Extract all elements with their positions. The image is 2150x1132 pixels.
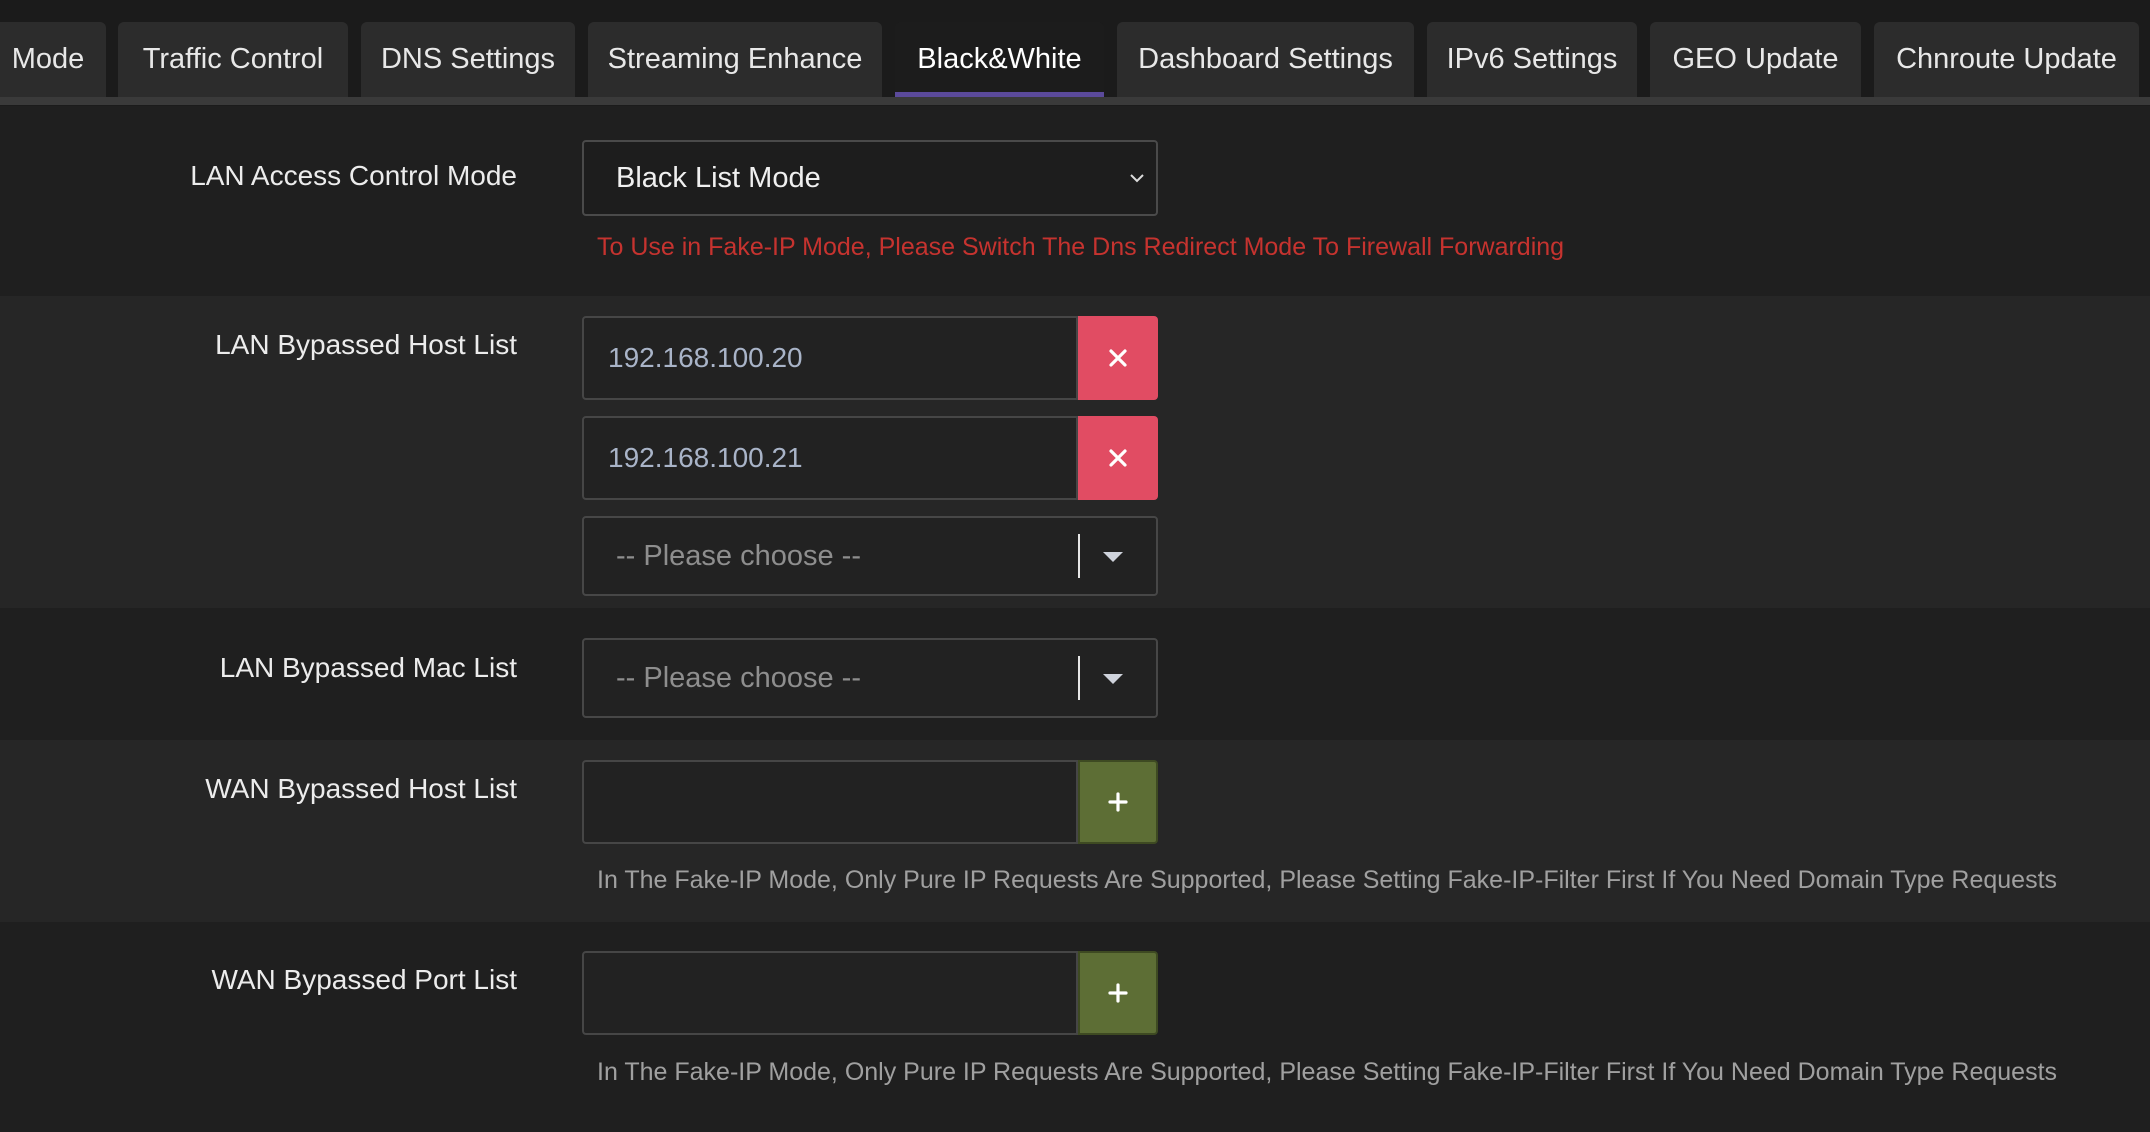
tab-traffic-control[interactable]: Traffic Control <box>118 22 348 97</box>
close-icon <box>1109 449 1127 467</box>
tab-mode[interactable]: Mode <box>0 22 106 97</box>
add-wan-host-button[interactable] <box>1078 760 1158 844</box>
mac-chooser-placeholder: -- Please choose -- <box>616 661 861 694</box>
add-wan-port-button[interactable] <box>1078 951 1158 1035</box>
wan-port-input[interactable] <box>582 951 1078 1035</box>
tab-chnroute-update[interactable]: Chnroute Update <box>1874 22 2139 97</box>
caret-down-icon <box>1103 552 1123 562</box>
plus-icon <box>1108 983 1128 1003</box>
plus-icon <box>1108 792 1128 812</box>
tab-label: Chnroute Update <box>1896 43 2117 75</box>
tab-ipv6-settings[interactable]: IPv6 Settings <box>1427 22 1637 97</box>
tab-black-white[interactable]: Black&White <box>895 22 1104 97</box>
host-chooser-placeholder: -- Please choose -- <box>616 539 861 572</box>
bypassed-host-entry[interactable] <box>582 416 1078 500</box>
tab-label: Traffic Control <box>142 43 324 75</box>
tab-label: IPv6 Settings <box>1446 43 1618 75</box>
wan-host-input[interactable] <box>582 760 1078 844</box>
access-mode-select[interactable]: Black List Mode <box>582 140 1158 216</box>
remove-host-button[interactable] <box>1078 416 1158 500</box>
bypassed-host-entry[interactable] <box>582 316 1078 400</box>
tab-label: Streaming Enhance <box>607 43 863 75</box>
tab-dns-settings[interactable]: DNS Settings <box>361 22 575 97</box>
row-bypassed-mac-list: LAN Bypassed Mac List -- Please choose -… <box>0 608 2150 740</box>
wan-host-label: WAN Bypassed Host List <box>205 773 517 804</box>
tab-label: Black&White <box>917 43 1082 75</box>
row-wan-bypassed-port-list: WAN Bypassed Port List In The Fake-IP Mo… <box>0 922 2150 1132</box>
wan-host-hint: In The Fake-IP Mode, Only Pure IP Reques… <box>597 866 2058 894</box>
tab-dashboard-settings[interactable]: Dashboard Settings <box>1117 22 1414 97</box>
tab-bar: Mode Traffic Control DNS Settings Stream… <box>0 0 2150 106</box>
bypassed-mac-label: LAN Bypassed Mac List <box>219 652 517 683</box>
row-access-control-mode: LAN Access Control Mode Black List Mode … <box>0 106 2150 296</box>
mac-chooser-dropdown[interactable]: -- Please choose -- <box>582 638 1158 718</box>
access-mode-label: LAN Access Control Mode <box>190 160 517 191</box>
tab-label: Dashboard Settings <box>1138 43 1393 75</box>
bypassed-host-label: LAN Bypassed Host List <box>215 329 517 360</box>
close-icon <box>1109 349 1127 367</box>
tab-geo-update[interactable]: GEO Update <box>1650 22 1861 97</box>
remove-host-button[interactable] <box>1078 316 1158 400</box>
tab-streaming-enhance[interactable]: Streaming Enhance <box>588 22 882 97</box>
row-bypassed-host-list: LAN Bypassed Host List -- Please choose … <box>0 296 2150 608</box>
dropdown-separator <box>1078 534 1080 578</box>
wan-port-label: WAN Bypassed Port List <box>211 964 517 995</box>
chevron-down-icon <box>1130 174 1144 183</box>
dropdown-separator <box>1078 656 1080 700</box>
settings-page: Mode Traffic Control DNS Settings Stream… <box>0 0 2150 1132</box>
tab-label: Mode <box>11 43 85 75</box>
row-wan-bypassed-host-list: WAN Bypassed Host List In The Fake-IP Mo… <box>0 740 2150 922</box>
host-chooser-dropdown[interactable]: -- Please choose -- <box>582 516 1158 596</box>
dns-redirect-warning: To Use in Fake-IP Mode, Please Switch Th… <box>597 233 1565 261</box>
tab-divider <box>0 97 2150 105</box>
access-mode-value: Black List Mode <box>616 161 821 194</box>
tab-label: GEO Update <box>1672 43 1839 75</box>
tab-label: DNS Settings <box>380 43 556 75</box>
wan-port-hint: In The Fake-IP Mode, Only Pure IP Reques… <box>597 1058 2058 1086</box>
caret-down-icon <box>1103 674 1123 684</box>
